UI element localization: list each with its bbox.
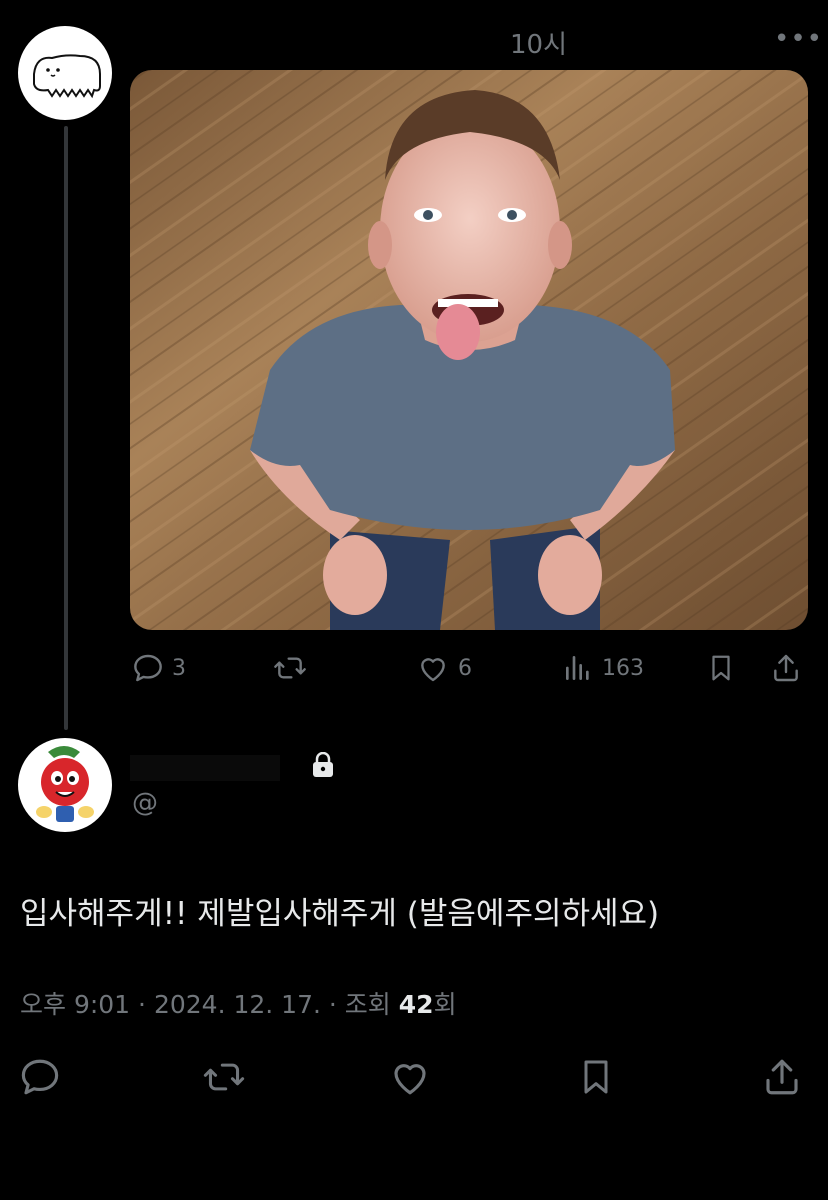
like-button[interactable]: [388, 1055, 432, 1099]
reply-icon: [21, 1059, 59, 1095]
tweet-date: 2024. 12. 17.: [153, 990, 321, 1019]
views-icon: [566, 656, 589, 680]
display-name-redacted: [130, 755, 280, 781]
views-count: 42: [398, 990, 434, 1019]
bookmark-button[interactable]: [706, 652, 736, 684]
tweet-time: 오후 9:01: [20, 990, 131, 1019]
retweet-button[interactable]: [202, 1055, 246, 1099]
share-icon: [774, 654, 798, 682]
separator: ·: [328, 990, 337, 1019]
parent-actions: 3 6 163: [132, 648, 812, 688]
share-button[interactable]: [760, 1055, 804, 1099]
tweet-metadata: 오후 9:01 · 2024. 12. 17. · 조회 42회: [20, 985, 457, 1021]
reply-count: 3: [172, 655, 186, 681]
reply-button[interactable]: 3: [132, 652, 186, 684]
apple-mascot-illustration: [36, 746, 94, 822]
like-button[interactable]: 6: [416, 652, 472, 684]
parent-tweet-time: 10시: [510, 30, 568, 60]
like-icon: [421, 658, 445, 682]
views-label: 조회: [344, 990, 391, 1019]
bookmark-icon: [712, 655, 730, 681]
reply-button[interactable]: [18, 1055, 62, 1099]
retweet-icon: [274, 657, 306, 679]
photo-person-on-wood-floor: [130, 70, 808, 630]
like-icon: [394, 1064, 426, 1095]
views-button[interactable]: 163: [562, 652, 644, 684]
share-button[interactable]: [770, 652, 802, 684]
reply-text: 입사해주게!! 제발입사해주게 (발음에주의하세요): [20, 896, 660, 932]
separator: ·: [138, 990, 146, 1019]
retweet-button[interactable]: [272, 652, 308, 684]
like-count: 6: [458, 655, 472, 681]
cat-character-illustration: [33, 54, 101, 99]
more-icon[interactable]: •••: [774, 24, 823, 54]
reply-avatar[interactable]: [18, 738, 112, 832]
bookmark-button[interactable]: [574, 1055, 618, 1099]
reply-handle[interactable]: @: [132, 788, 158, 818]
bookmark-icon: [584, 1060, 608, 1094]
retweet-icon: [203, 1063, 245, 1091]
views-count: 163: [602, 655, 644, 681]
share-icon: [766, 1059, 798, 1095]
lock-icon: [312, 751, 334, 778]
tweet-photo[interactable]: [130, 70, 808, 630]
parent-avatar[interactable]: [18, 26, 112, 120]
views-suffix: 회: [433, 990, 457, 1019]
reply-icon: [134, 654, 162, 682]
thread-connector-line: [64, 126, 68, 730]
